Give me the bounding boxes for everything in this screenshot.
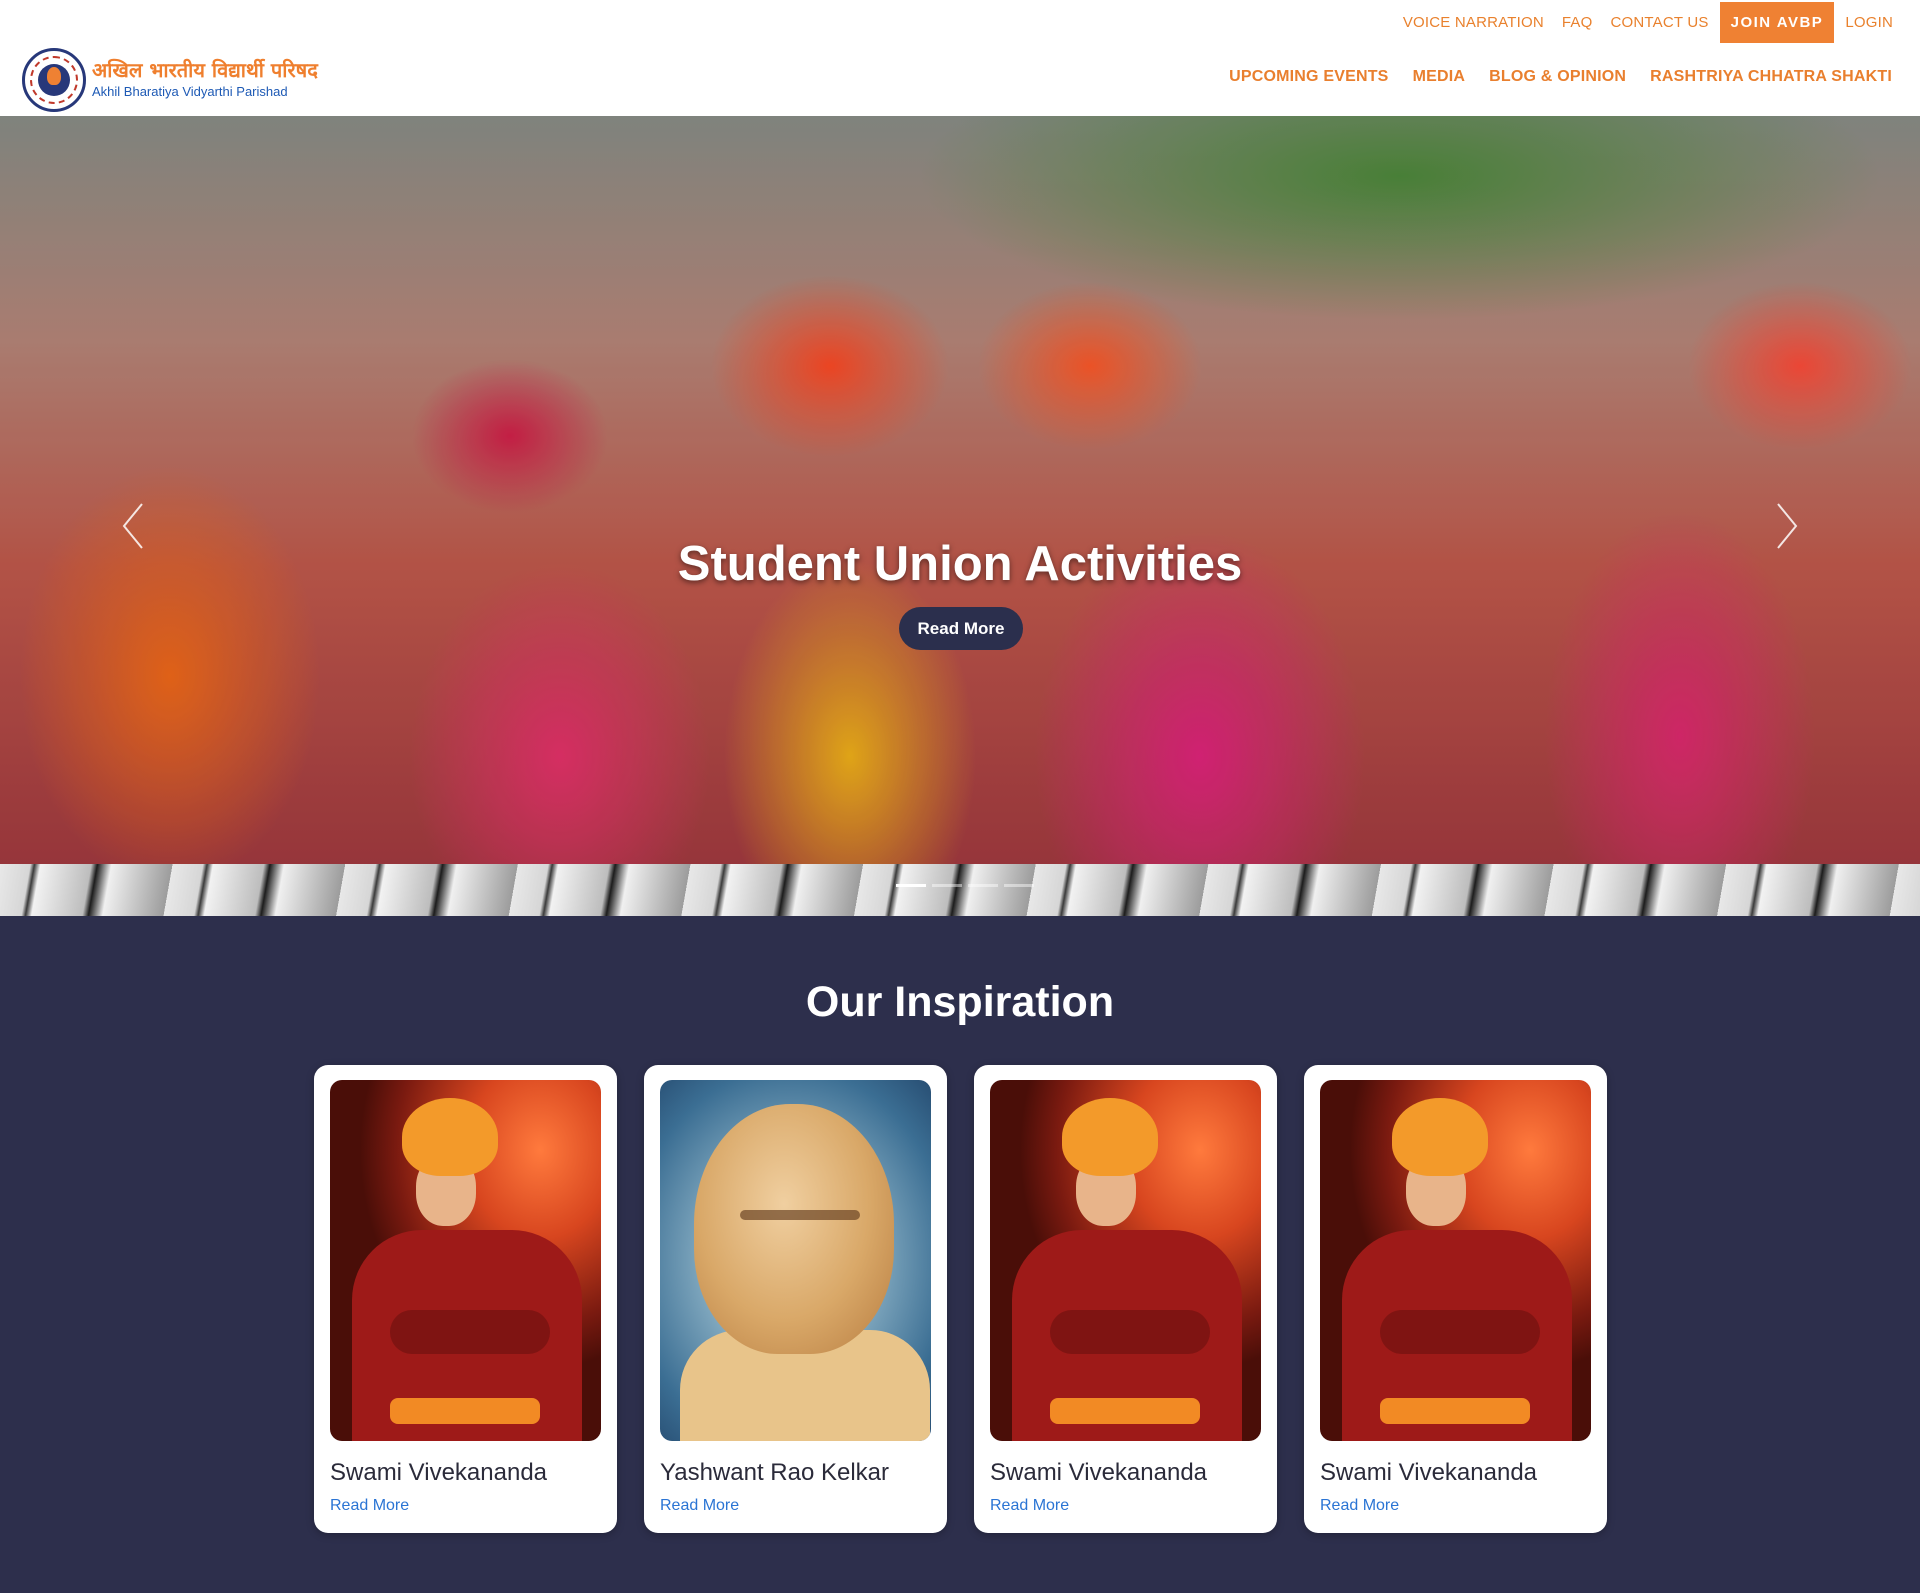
nav-media[interactable]: MEDIA xyxy=(1413,68,1466,86)
card-read-more-link[interactable]: Read More xyxy=(990,1497,1261,1515)
inspiration-cards: Swami Vivekananda Read More Yashwant Rao… xyxy=(314,1065,1607,1533)
site-header: VOICE NARRATION FAQ CONTACT US JOIN AVBP… xyxy=(0,0,1920,116)
card-name: Swami Vivekananda xyxy=(330,1459,548,1486)
carousel-indicators xyxy=(896,884,1034,887)
hero-read-more-button[interactable]: Read More xyxy=(899,607,1023,650)
hero-carousel: Student Union Activities Read More xyxy=(0,116,1920,865)
portrait-image xyxy=(660,1080,931,1441)
card-read-more-link[interactable]: Read More xyxy=(1320,1497,1591,1515)
contact-us-link[interactable]: CONTACT US xyxy=(1602,14,1718,31)
login-link[interactable]: LOGIN xyxy=(1836,14,1902,31)
section-title: Our Inspiration xyxy=(805,978,1115,1026)
top-utility-bar: VOICE NARRATION FAQ CONTACT US JOIN AVBP… xyxy=(1394,1,1902,43)
logo-emblem-icon xyxy=(22,48,86,112)
carousel-dot-4[interactable] xyxy=(1004,884,1034,887)
voice-narration-link[interactable]: VOICE NARRATION xyxy=(1394,14,1553,31)
carousel-dot-2[interactable] xyxy=(932,884,962,887)
hero-title: Student Union Activities xyxy=(677,537,1243,591)
faq-link[interactable]: FAQ xyxy=(1553,14,1602,31)
join-button[interactable]: JOIN AVBP xyxy=(1719,1,1835,43)
site-logo[interactable]: अखिल भारतीय विद्यार्थी परिषद Akhil Bhara… xyxy=(22,48,318,112)
card-name: Swami Vivekananda xyxy=(1320,1459,1538,1486)
nav-upcoming-events[interactable]: UPCOMING EVENTS xyxy=(1229,68,1388,86)
portrait-image xyxy=(1320,1080,1591,1441)
portrait-image xyxy=(990,1080,1261,1441)
card-read-more-link[interactable]: Read More xyxy=(660,1497,931,1515)
nav-blog-opinion[interactable]: BLOG & OPINION xyxy=(1489,68,1626,86)
card-read-more-link[interactable]: Read More xyxy=(330,1497,601,1515)
card-name: Swami Vivekananda xyxy=(990,1459,1208,1486)
inspiration-card[interactable]: Swami Vivekananda Read More xyxy=(314,1065,617,1533)
inspiration-card[interactable]: Swami Vivekananda Read More xyxy=(974,1065,1277,1533)
inspiration-card[interactable]: Yashwant Rao Kelkar Read More xyxy=(644,1065,947,1533)
nav-rashtriya-chhatra-shakti[interactable]: RASHTRIYA CHHATRA SHAKTI xyxy=(1650,68,1892,86)
carousel-dot-3[interactable] xyxy=(968,884,998,887)
logo-english-name: Akhil Bharatiya Vidyarthi Parishad xyxy=(92,84,288,99)
carousel-dot-1[interactable] xyxy=(896,884,926,887)
inspiration-section: Our Inspiration Swami Vivekananda Read M… xyxy=(0,916,1920,1593)
logo-hindi-name: अखिल भारतीय विद्यार्थी परिषद xyxy=(92,58,318,82)
main-navigation: UPCOMING EVENTS MEDIA BLOG & OPINION RAS… xyxy=(1229,68,1892,86)
hero-bottom-strip-image xyxy=(0,864,1920,916)
card-name: Yashwant Rao Kelkar xyxy=(660,1459,890,1486)
hero-image xyxy=(0,116,1920,865)
inspiration-card[interactable]: Swami Vivekananda Read More xyxy=(1304,1065,1607,1533)
portrait-image xyxy=(330,1080,601,1441)
logo-text: अखिल भारतीय विद्यार्थी परिषद Akhil Bhara… xyxy=(92,59,318,101)
